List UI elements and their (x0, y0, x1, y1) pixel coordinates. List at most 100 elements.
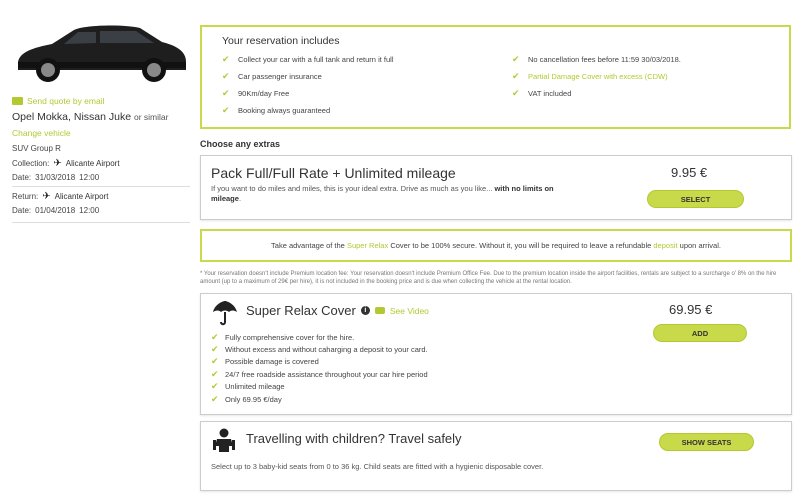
show-seats-button[interactable]: SHOW SEATS (659, 433, 754, 451)
includes-item: ✔ Booking always guaranteed (222, 104, 512, 117)
check-icon: ✔ (211, 344, 219, 355)
pack-full-card: Pack Full/Full Rate + Unlimited mileage … (200, 155, 792, 220)
check-icon: ✔ (222, 105, 230, 115)
collection-label: Collection: (12, 159, 50, 168)
includes-item-label: No cancellation fees before 11:59 30/03/… (528, 55, 681, 64)
pack-title: Pack Full/Full Rate + Unlimited mileage (211, 165, 456, 181)
return-time: 12:00 (79, 206, 100, 215)
note-pre: Take advantage of the (271, 241, 345, 250)
relax-title-row: Super Relax Cover i See Video (246, 303, 429, 318)
pack-desc-text: If you want to do miles and miles, this … (211, 184, 493, 193)
check-icon: ✔ (211, 393, 219, 404)
collection-location: Alicante Airport (65, 159, 120, 168)
relax-feature-label: Unlimited mileage (225, 382, 285, 392)
send-quote-link[interactable]: Send quote by email (12, 96, 105, 106)
note-post: upon arrival. (679, 241, 721, 250)
video-icon (374, 307, 385, 314)
check-icon: ✔ (211, 368, 219, 379)
includes-item-label: Collect your car with a full tank and re… (238, 55, 394, 64)
collection-date-label: Date: (12, 173, 32, 182)
relax-feature-item: ✔ 24/7 free roadside assistance throughou… (211, 368, 428, 380)
divider (12, 222, 190, 223)
check-icon: ✔ (512, 71, 520, 81)
see-video-link[interactable]: See Video (390, 306, 429, 316)
collection-time: 12:00 (79, 173, 100, 182)
return-label: Return: (12, 192, 39, 201)
includes-item-label: Partial Damage Cover with excess (CDW) (528, 72, 668, 81)
includes-title: Your reservation includes (222, 35, 340, 47)
child-seats-card: Travelling with children? Travel safely … (200, 421, 792, 491)
check-icon: ✔ (211, 381, 219, 392)
pack-price: 9.95 € (671, 165, 708, 180)
collection-line: Collection: ✈ Alicante Airport (12, 158, 120, 169)
plane-icon: ✈ (53, 158, 62, 169)
check-icon: ✔ (222, 54, 230, 64)
relax-price: 69.95 € (669, 302, 713, 317)
check-icon: ✔ (222, 88, 230, 98)
super-relax-link[interactable]: Super Relax (347, 241, 388, 250)
check-icon: ✔ (211, 331, 219, 342)
divider (12, 186, 190, 187)
premium-fee-footnote: * Your reservation doesn't include Premi… (200, 271, 777, 285)
child-seat-icon (213, 428, 235, 452)
extras-title: Choose any extras (200, 139, 281, 149)
kids-description: Select up to 3 baby-kid seats from 0 to … (211, 462, 544, 471)
includes-item-label: Booking always guaranteed (238, 106, 331, 115)
info-icon[interactable]: i (360, 306, 370, 315)
includes-list: ✔ Collect your car with a full tank and r… (222, 53, 769, 117)
pack-description: If you want to do miles and miles, this … (211, 184, 571, 204)
includes-item: ✔ No cancellation fees before 11:59 30/03… (512, 53, 772, 66)
send-quote-label: Send quote by email (27, 96, 105, 106)
includes-item-label: VAT included (528, 89, 572, 98)
includes-item: ✔ Collect your car with a full tank and r… (222, 53, 512, 66)
relax-feature-item: ✔ Without excess and without caharging a … (211, 343, 428, 355)
relax-features-list: ✔ Fully comprehensive cover for the hire.… (211, 331, 428, 405)
relax-feature-label: Without excess and without caharging a d… (225, 345, 428, 355)
relax-feature-label: Fully comprehensive cover for the hire. (225, 332, 355, 342)
includes-item-label: 90Km/day Free (238, 89, 290, 98)
relax-feature-label: Only 69.95 €/day (225, 394, 282, 404)
umbrella-icon (213, 301, 237, 326)
check-icon: ✔ (512, 54, 520, 64)
check-icon: ✔ (512, 88, 520, 98)
select-button[interactable]: SELECT (647, 190, 744, 208)
includes-item: ✔ VAT included (512, 87, 772, 100)
collection-date-line: Date: 31/03/2018 12:00 (12, 173, 99, 182)
or-similar: or similar (133, 112, 169, 122)
plane-icon: ✈ (42, 191, 51, 202)
relax-feature-item: ✔ Unlimited mileage (211, 381, 428, 393)
envelope-icon (12, 97, 23, 105)
collection-date: 31/03/2018 (35, 173, 76, 182)
car-image (18, 25, 186, 82)
includes-item: ✔ Car passenger insurance (222, 70, 512, 83)
note-mid: Cover to be 100% secure. Without it, you… (390, 241, 652, 250)
relax-feature-label: 24/7 free roadside assistance throughout… (225, 369, 428, 379)
car-model: Opel Mokka, Nissan Juke (12, 111, 132, 123)
relax-title: Super Relax Cover (246, 303, 356, 318)
includes-item: ✔ 90Km/day Free (222, 87, 512, 100)
return-date: 01/04/2018 (35, 206, 76, 215)
relax-feature-item: ✔ Possible damage is covered (211, 356, 428, 368)
relax-feature-item: ✔ Only 69.95 €/day (211, 393, 428, 405)
deposit-link[interactable]: deposit (653, 241, 677, 250)
return-line: Return: ✈ Alicante Airport (12, 191, 108, 202)
kids-title: Travelling with children? Travel safely (246, 431, 462, 446)
check-icon: ✔ (211, 356, 219, 367)
includes-item[interactable]: ✔ Partial Damage Cover with excess (CDW) (512, 70, 772, 83)
reservation-includes-box: Your reservation includes ✔ Collect your … (200, 25, 791, 129)
super-relax-card: Super Relax Cover i See Video ✔ Fully com… (200, 293, 792, 415)
change-vehicle-link[interactable]: Change vehicle (12, 128, 71, 138)
relax-advice-box: Take advantage of the Super Relax Cover … (200, 229, 792, 262)
includes-item-label: Car passenger insurance (238, 72, 322, 81)
add-button[interactable]: ADD (653, 324, 747, 342)
car-group: SUV Group R (12, 144, 61, 153)
relax-feature-label: Possible damage is covered (225, 357, 319, 367)
check-icon: ✔ (222, 71, 230, 81)
relax-feature-item: ✔ Fully comprehensive cover for the hire. (211, 331, 428, 343)
car-name: Opel Mokka, Nissan Juke or similar (12, 111, 168, 123)
pack-desc-end: . (238, 194, 242, 203)
sidebar: Send quote by email Opel Mokka, Nissan J… (0, 0, 195, 495)
return-location: Alicante Airport (54, 192, 109, 201)
return-date-label: Date: (12, 206, 32, 215)
return-date-line: Date: 01/04/2018 12:00 (12, 206, 99, 215)
